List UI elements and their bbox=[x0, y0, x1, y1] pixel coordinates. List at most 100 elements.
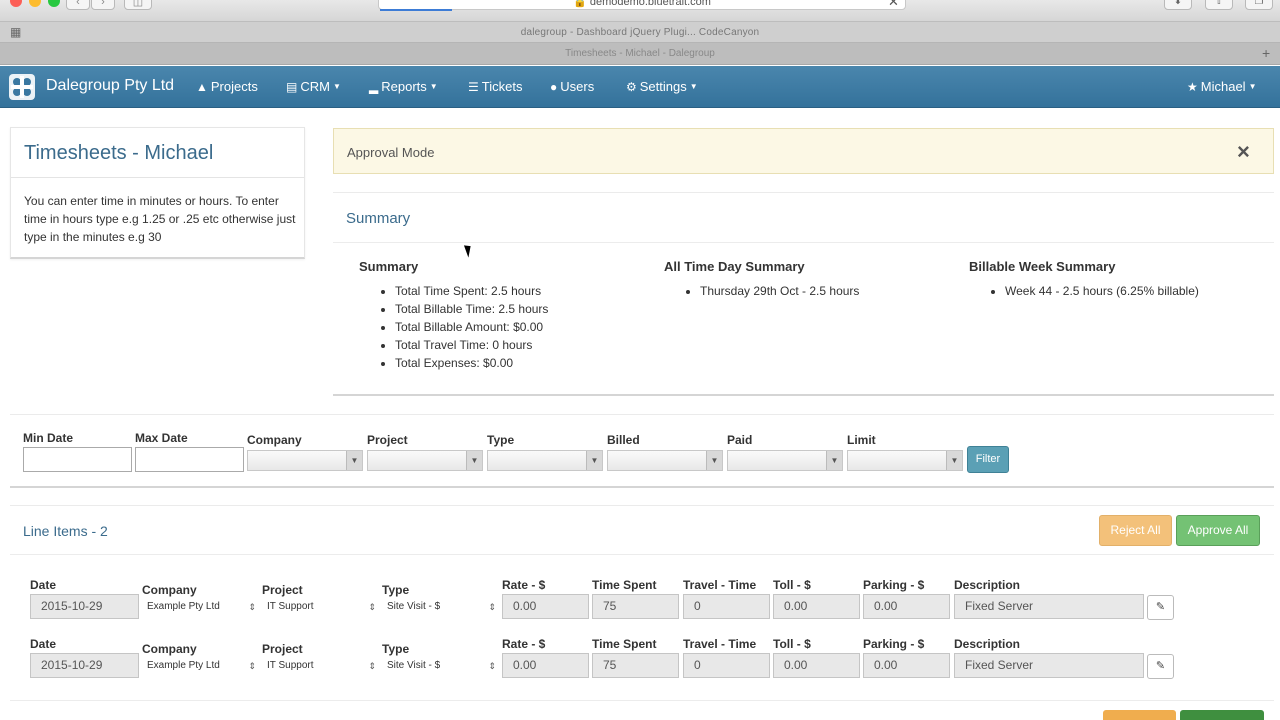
type-label: Type bbox=[382, 583, 410, 597]
date-input[interactable]: 2015-10-29 bbox=[30, 653, 139, 678]
nav-projects-label: Projects bbox=[210, 79, 258, 94]
type-filter-select[interactable]: ▼ bbox=[487, 450, 603, 471]
type-select-value: Site Visit - $ bbox=[387, 601, 441, 612]
approve-all-button[interactable]: Approve All bbox=[1176, 515, 1260, 546]
minimize-window-button[interactable] bbox=[29, 0, 41, 7]
summary-list-item: Total Billable Amount: $0.00 bbox=[395, 318, 548, 336]
type-cell: Type Site Visit - $ ⇕ bbox=[382, 578, 498, 618]
description-cell: Description Fixed Server bbox=[954, 637, 1144, 678]
project-select-value: IT Support bbox=[267, 660, 314, 671]
new-tab-icon[interactable]: + bbox=[1262, 45, 1270, 61]
project-select[interactable]: IT Support ⇕ bbox=[262, 657, 378, 677]
footer-divider bbox=[10, 700, 1274, 701]
type-select[interactable]: Site Visit - $ ⇕ bbox=[382, 598, 498, 618]
main-navbar: Dalegroup Pty Ltd ▲ Projects ▤ CRM ▼ ▂ Repor… bbox=[0, 66, 1280, 108]
summary-column-totals: Summary Total Time Spent: 2.5 hours Tota… bbox=[359, 259, 548, 372]
date-input[interactable]: 2015-10-29 bbox=[30, 594, 139, 619]
project-filter-field: Project ▼ bbox=[367, 433, 483, 471]
nav-settings-label: Settings bbox=[639, 79, 687, 94]
help-text: You can enter time in minutes or hours. … bbox=[24, 194, 296, 244]
sidebar-toggle-icon[interactable]: ◫ bbox=[124, 0, 152, 10]
updown-icon: ⇕ bbox=[368, 661, 376, 671]
company-filter-select[interactable]: ▼ bbox=[247, 450, 363, 471]
approve-all-button-bottom[interactable] bbox=[1180, 710, 1264, 720]
rate-cell: Rate - $ 0.00 bbox=[502, 637, 589, 678]
limit-filter-select[interactable]: ▼ bbox=[847, 450, 963, 471]
summary-divider bbox=[333, 242, 1274, 243]
updown-icon: ⇕ bbox=[488, 661, 496, 671]
nav-settings[interactable]: ⚙ Settings ▼ bbox=[626, 79, 698, 94]
description-label: Description bbox=[954, 637, 1021, 651]
time-spent-input[interactable]: 75 bbox=[592, 594, 679, 619]
travel-time-input[interactable]: 0 bbox=[683, 653, 770, 678]
tabs-overview-icon[interactable]: ❐ bbox=[1245, 0, 1273, 10]
filter-button[interactable]: Filter bbox=[967, 446, 1009, 473]
reject-all-button[interactable]: Reject All bbox=[1099, 515, 1172, 546]
max-date-input[interactable] bbox=[135, 447, 244, 472]
company-cell: Company Example Pty Ltd ⇕ bbox=[142, 637, 258, 677]
active-tab-title[interactable]: Timesheets - Michael - Dalegroup bbox=[0, 48, 1280, 59]
travel-time-input[interactable]: 0 bbox=[683, 594, 770, 619]
description-input[interactable]: Fixed Server bbox=[954, 594, 1144, 619]
type-select[interactable]: Site Visit - $ ⇕ bbox=[382, 657, 498, 677]
tab-strip: Timesheets - Michael - Dalegroup + bbox=[0, 43, 1280, 65]
toll-input[interactable]: 0.00 bbox=[773, 594, 860, 619]
description-input[interactable]: Fixed Server bbox=[954, 653, 1144, 678]
nav-users[interactable]: ● Users bbox=[550, 79, 594, 94]
browser-toolbar: ‹ › ◫ 🔒 demodemo.bluetrait.com ✕ ⬇ ⇧ ❐ bbox=[0, 0, 1280, 22]
min-date-input[interactable] bbox=[23, 447, 132, 472]
share-icon[interactable]: ⇧ bbox=[1205, 0, 1233, 10]
toll-input[interactable]: 0.00 bbox=[773, 653, 860, 678]
time-spent-input[interactable]: 75 bbox=[592, 653, 679, 678]
alert-text: Approval Mode bbox=[347, 145, 435, 160]
close-icon[interactable]: × bbox=[1237, 141, 1250, 163]
rate-input[interactable]: 0.00 bbox=[502, 653, 589, 678]
nav-users-label: Users bbox=[560, 79, 595, 94]
brand-name[interactable]: Dalegroup Pty Ltd bbox=[46, 77, 174, 95]
project-select[interactable]: IT Support ⇕ bbox=[262, 598, 378, 618]
stop-loading-icon[interactable]: ✕ bbox=[888, 0, 899, 10]
close-window-button[interactable] bbox=[10, 0, 22, 7]
forward-arrow-icon[interactable]: › bbox=[91, 0, 115, 10]
company-filter-label: Company bbox=[247, 433, 302, 447]
max-date-label: Max Date bbox=[135, 431, 188, 445]
page-load-progress bbox=[380, 9, 452, 11]
paid-filter-select[interactable]: ▼ bbox=[727, 450, 843, 471]
type-filter-field: Type ▼ bbox=[487, 433, 603, 471]
parking-input[interactable]: 0.00 bbox=[863, 653, 950, 678]
address-bar[interactable]: 🔒 demodemo.bluetrait.com bbox=[378, 0, 906, 10]
type-filter-label: Type bbox=[487, 433, 515, 447]
company-select[interactable]: Example Pty Ltd ⇕ bbox=[142, 598, 258, 618]
parking-input[interactable]: 0.00 bbox=[863, 594, 950, 619]
rate-label: Rate - $ bbox=[502, 637, 546, 651]
billed-filter-select[interactable]: ▼ bbox=[607, 450, 723, 471]
updown-icon: ⇕ bbox=[488, 602, 496, 612]
address-bar-url: demodemo.bluetrait.com bbox=[589, 0, 711, 8]
nav-projects[interactable]: ▲ Projects bbox=[196, 79, 258, 94]
project-filter-select[interactable]: ▼ bbox=[367, 450, 483, 471]
line-items-divider bbox=[10, 554, 1274, 555]
back-arrow-icon[interactable]: ‹ bbox=[66, 0, 90, 10]
nav-reports[interactable]: ▂ Reports ▼ bbox=[369, 79, 438, 94]
bookmarks-text[interactable]: dalegroup - Dashboard jQuery Plugi... Co… bbox=[0, 27, 1280, 38]
nav-user-menu[interactable]: ★ Michael ▼ bbox=[1187, 79, 1256, 94]
table-row: Date 2015-10-29 Company Example Pty Ltd ⇕… bbox=[10, 578, 1274, 628]
nav-tickets[interactable]: ☰ Tickets bbox=[468, 79, 522, 94]
zoom-window-button[interactable] bbox=[48, 0, 60, 7]
reject-all-button-bottom[interactable] bbox=[1103, 710, 1176, 720]
rate-cell: Rate - $ 0.00 bbox=[502, 578, 589, 619]
chevron-down-icon: ▼ bbox=[429, 82, 438, 91]
edit-icon[interactable]: ✎ bbox=[1147, 654, 1174, 679]
rate-input[interactable]: 0.00 bbox=[502, 594, 589, 619]
nav-crm[interactable]: ▤ CRM ▼ bbox=[286, 79, 341, 94]
company-select[interactable]: Example Pty Ltd ⇕ bbox=[142, 657, 258, 677]
summary-list-item: Total Billable Time: 2.5 hours bbox=[395, 300, 548, 318]
description-cell: Description Fixed Server bbox=[954, 578, 1144, 619]
edit-icon[interactable]: ✎ bbox=[1147, 595, 1174, 620]
brand-logo-icon[interactable] bbox=[8, 73, 36, 101]
download-icon[interactable]: ⬇ bbox=[1164, 0, 1192, 10]
summary-list-item: Week 44 - 2.5 hours (6.25% billable) bbox=[1005, 282, 1199, 300]
parking-label: Parking - $ bbox=[863, 637, 925, 651]
updown-icon: ⇕ bbox=[368, 602, 376, 612]
toll-label: Toll - $ bbox=[773, 578, 811, 592]
